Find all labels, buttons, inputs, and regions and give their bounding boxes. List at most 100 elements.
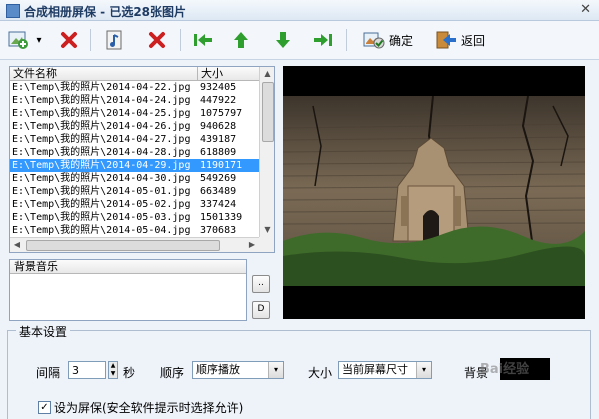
size-label: 大小 [308, 366, 333, 380]
close-button[interactable]: ✕ [580, 2, 591, 17]
app-icon [6, 4, 20, 18]
window-title: 合成相册屏保 - 已选28张图片 [24, 5, 187, 19]
toolbar-separator [346, 29, 347, 51]
file-size: 1501339 [200, 212, 243, 223]
list-row[interactable]: E:\Temp\我的照片\2014-04-22.jpg 932405 [10, 81, 259, 94]
file-size: 337424 [200, 199, 237, 210]
move-down-button[interactable] [270, 27, 296, 53]
move-first-button[interactable] [190, 27, 216, 53]
list-row[interactable]: E:\Temp\我的照片\2014-05-03.jpg 1501339 [10, 211, 259, 224]
add-image-icon [8, 31, 28, 49]
interval-spinner[interactable]: ▲ ▼ [108, 361, 118, 379]
image-preview [283, 66, 585, 319]
scroll-right-icon[interactable]: ▶ [245, 238, 259, 252]
file-name: E:\Temp\我的照片\2014-04-26.jpg [12, 121, 191, 132]
move-last-icon [314, 34, 332, 46]
column-header-size[interactable]: 大小 [198, 67, 261, 80]
list-rows: E:\Temp\我的照片\2014-04-22.jpg 932405 E:\Tem… [10, 81, 259, 237]
file-name: E:\Temp\我的照片\2014-04-29.jpg [12, 160, 191, 171]
file-size: 370683 [200, 225, 237, 236]
chevron-down-icon[interactable]: ▾ [268, 362, 283, 378]
scroll-left-icon[interactable]: ◀ [10, 238, 24, 252]
interval-input[interactable]: 3 [68, 361, 106, 379]
list-header: 文件名称 大小 [10, 67, 259, 81]
back-button[interactable]: 返回 [430, 27, 490, 53]
scroll-up-icon[interactable]: ▲ [260, 67, 274, 81]
list-row[interactable]: E:\Temp\我的照片\2014-04-28.jpg 618809 [10, 146, 259, 159]
confirm-icon [363, 32, 385, 49]
delete-music-button[interactable] [144, 27, 170, 53]
spin-up-icon[interactable]: ▲ [109, 362, 117, 370]
scroll-down-icon[interactable]: ▼ [260, 223, 274, 237]
file-name: E:\Temp\我的照片\2014-05-01.jpg [12, 186, 191, 197]
toolbar: ▾ 确定 返回 [0, 21, 599, 60]
horizontal-scrollbar[interactable]: ◀ ▶ [10, 237, 259, 252]
interval-label: 间隔 [36, 366, 61, 380]
column-header-name[interactable]: 文件名称 [10, 67, 198, 80]
screensaver-checkbox[interactable]: ✓ [38, 401, 51, 414]
delete-icon [61, 32, 77, 48]
browse-music-button[interactable]: .. [252, 275, 270, 293]
list-row[interactable]: E:\Temp\我的照片\2014-04-24.jpg 447922 [10, 94, 259, 107]
vertical-scroll-thumb[interactable] [262, 82, 274, 142]
file-size: 447922 [200, 95, 237, 106]
size-select-value: 当前屏幕尺寸 [342, 363, 408, 376]
order-select-value: 顺序播放 [196, 363, 240, 376]
list-row[interactable]: E:\Temp\我的照片\2014-05-02.jpg 337424 [10, 198, 259, 211]
delete-image-button[interactable] [56, 27, 82, 53]
add-image-dropdown[interactable]: ▾ [34, 27, 44, 53]
file-name: E:\Temp\我的照片\2014-04-22.jpg [12, 82, 191, 93]
move-down-icon [276, 32, 290, 48]
confirm-button[interactable]: 确定 [358, 27, 418, 53]
vertical-scrollbar[interactable]: ▲ ▼ [259, 67, 274, 237]
list-row[interactable]: E:\Temp\我的照片\2014-05-01.jpg 663489 [10, 185, 259, 198]
file-size: 549269 [200, 173, 237, 184]
delete-music-small-button[interactable]: D [252, 301, 270, 319]
file-name: E:\Temp\我的照片\2014-05-03.jpg [12, 212, 191, 223]
file-size: 940628 [200, 121, 237, 132]
size-select[interactable]: 当前屏幕尺寸 ▾ [338, 361, 432, 379]
list-row[interactable]: E:\Temp\我的照片\2014-04-27.jpg 439187 [10, 133, 259, 146]
screensaver-checkbox-label: 设为屏保(安全软件提示时选择允许) [54, 401, 244, 415]
add-image-button[interactable] [6, 27, 32, 53]
move-up-icon [234, 32, 248, 48]
toolbar-separator [180, 29, 181, 51]
preview-image [283, 66, 585, 319]
background-music-list[interactable]: 背景音乐 [9, 259, 247, 321]
list-row[interactable]: E:\Temp\我的照片\2014-05-04.jpg 370683 [10, 224, 259, 237]
image-file-list[interactable]: 文件名称 大小 E:\Temp\我的照片\2014-04-22.jpg 93240… [9, 66, 275, 253]
file-name: E:\Temp\我的照片\2014-04-27.jpg [12, 134, 191, 145]
file-size: 439187 [200, 134, 237, 145]
file-name: E:\Temp\我的照片\2014-04-24.jpg [12, 95, 191, 106]
delete-music-icon [149, 32, 165, 48]
list-row[interactable]: E:\Temp\我的照片\2014-04-30.jpg 549269 [10, 172, 259, 185]
list-row[interactable]: E:\Temp\我的照片\2014-04-25.jpg 1075797 [10, 107, 259, 120]
file-size: 663489 [200, 186, 237, 197]
file-size: 932405 [200, 82, 237, 93]
confirm-button-label: 确定 [388, 33, 413, 48]
watermark: Bai经验 [480, 362, 530, 377]
file-name: E:\Temp\我的照片\2014-04-28.jpg [12, 147, 191, 158]
list-row[interactable]: E:\Temp\我的照片\2014-04-26.jpg 940628 [10, 120, 259, 133]
file-size: 618809 [200, 147, 237, 158]
title-bar: 合成相册屏保 - 已选28张图片 ✕ [0, 0, 599, 21]
file-name: E:\Temp\我的照片\2014-04-25.jpg [12, 108, 191, 119]
toolbar-separator [90, 29, 91, 51]
move-up-button[interactable] [228, 27, 254, 53]
file-name: E:\Temp\我的照片\2014-05-02.jpg [12, 199, 191, 210]
move-last-button[interactable] [310, 27, 336, 53]
file-name: E:\Temp\我的照片\2014-04-30.jpg [12, 173, 191, 184]
order-select[interactable]: 顺序播放 ▾ [192, 361, 284, 379]
file-name: E:\Temp\我的照片\2014-05-04.jpg [12, 225, 191, 236]
list-row-selected[interactable]: E:\Temp\我的照片\2014-04-29.jpg 1190171 [10, 159, 259, 172]
scrollbar-corner [259, 237, 274, 252]
add-music-button[interactable] [102, 27, 128, 53]
music-list-header: 背景音乐 [10, 260, 246, 274]
horizontal-scroll-thumb[interactable] [26, 240, 220, 251]
interval-unit: 秒 [123, 366, 136, 380]
spin-down-icon[interactable]: ▼ [109, 370, 117, 378]
chevron-down-icon[interactable]: ▾ [416, 362, 431, 378]
music-note-icon [106, 30, 122, 50]
file-size: 1075797 [200, 108, 243, 119]
order-label: 顺序 [160, 366, 185, 380]
